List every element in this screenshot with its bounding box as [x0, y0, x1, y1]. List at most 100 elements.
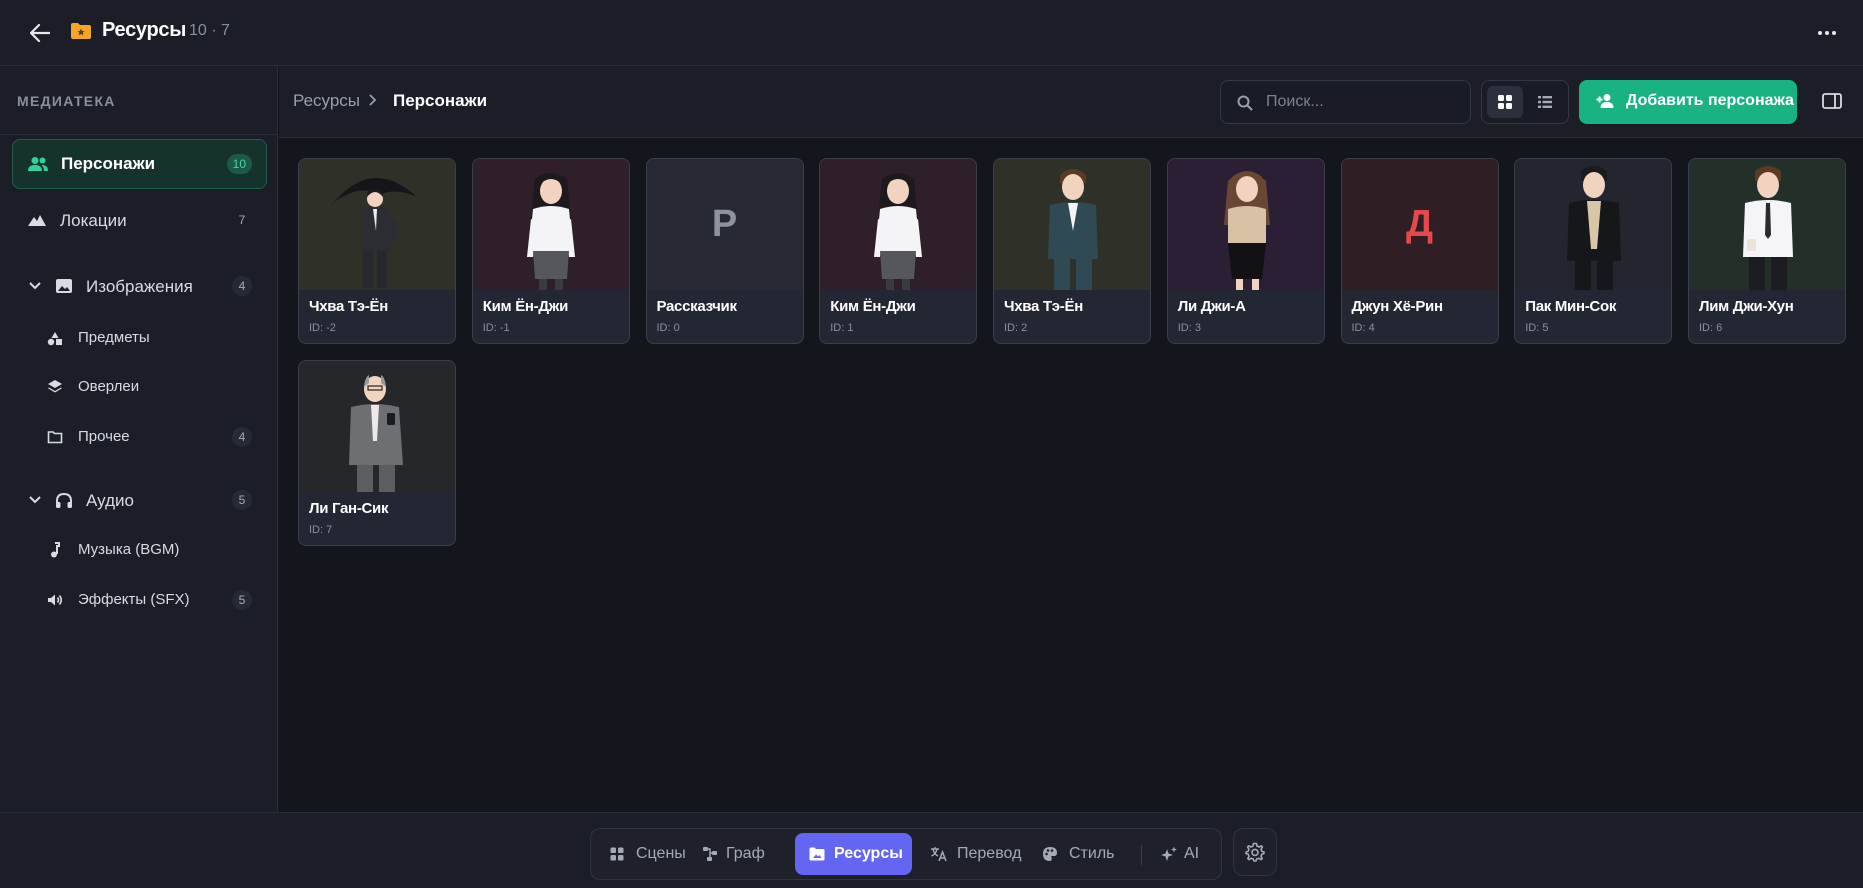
- sidebar-item-props[interactable]: Предметы: [12, 318, 267, 358]
- media-library-sidebar: МЕДИАТЕКА Персонажи 10 Локации 7 Изображ…: [0, 66, 278, 812]
- tab-translation[interactable]: Перевод: [921, 833, 1025, 875]
- search-icon: [1237, 95, 1253, 116]
- settings-gear-icon[interactable]: [1233, 828, 1277, 876]
- count-badge: 4: [232, 427, 252, 447]
- character-name: Ли Ган-Сик: [309, 500, 389, 517]
- character-card[interactable]: Чхва Тэ-Ён ID: 2: [993, 158, 1151, 344]
- character-card[interactable]: Ким Ён-Джи ID: -1: [471, 158, 630, 344]
- character-card[interactable]: Пак Мин-Сок ID: 5: [1514, 158, 1673, 344]
- sidebar-item-label: Музыка (BGM): [78, 541, 180, 558]
- character-portrait: Р: [646, 159, 803, 290]
- tab-label: Перевод: [957, 845, 1022, 862]
- search-placeholder: Поиск...: [1266, 93, 1324, 110]
- character-card[interactable]: Чхва Тэ-Ён ID: -2: [298, 158, 456, 344]
- sidebar-item-label: Прочее: [78, 428, 130, 445]
- count-badge: 4: [232, 276, 252, 296]
- resource-counts: 10 · 7: [189, 22, 230, 39]
- count-badge: 5: [232, 590, 252, 610]
- chevron-down-icon[interactable]: [28, 493, 42, 507]
- add-character-button[interactable]: Добавить персонажа: [1579, 80, 1797, 124]
- folder-image-icon: [809, 847, 825, 866]
- character-portrait: [472, 159, 629, 290]
- sidebar-item-overlays[interactable]: Оверлеи: [12, 367, 267, 407]
- character-card[interactable]: Ким Ён-Джи ID: 1: [819, 158, 978, 344]
- character-portrait: [994, 159, 1150, 290]
- list-view-icon[interactable]: [1527, 86, 1563, 118]
- back-arrow-icon[interactable]: [26, 19, 54, 47]
- character-portrait: [299, 361, 455, 492]
- palette-icon: [1042, 846, 1058, 867]
- breadcrumb-resources[interactable]: Ресурсы: [293, 91, 360, 111]
- character-portrait: [820, 159, 977, 290]
- tab-scenes[interactable]: Сцены: [601, 833, 686, 875]
- tab-ai[interactable]: AI: [1153, 833, 1211, 875]
- headphones-icon: [54, 490, 74, 510]
- character-id: ID: 4: [1351, 322, 1375, 334]
- sidebar-item-characters[interactable]: Персонажи 10: [12, 139, 267, 189]
- app-title: Ресурсы: [102, 19, 187, 41]
- character-portrait: [1515, 159, 1672, 290]
- sidebar-item-music[interactable]: Музыка (BGM): [12, 530, 267, 570]
- sidebar-item-sfx[interactable]: Эффекты (SFX) 5: [12, 580, 267, 620]
- character-name: Джун Хё-Рин: [1351, 298, 1444, 315]
- sidebar-item-label: Персонажи: [61, 154, 156, 173]
- graph-icon: [702, 846, 718, 867]
- character-id: ID: -1: [482, 322, 510, 334]
- layers-icon: [46, 378, 64, 396]
- sidebar-header: МЕДИАТЕКА: [17, 93, 116, 109]
- divider: [1141, 845, 1142, 865]
- sidebar-group-audio[interactable]: Аудио 5: [12, 478, 267, 522]
- character-id: ID: -2: [309, 322, 336, 334]
- character-card[interactable]: Ли Ган-Сик ID: 7: [298, 360, 456, 546]
- sidebar-item-locations[interactable]: Локации 7: [12, 198, 267, 242]
- character-card[interactable]: Лим Джи-Хун ID: 6: [1688, 158, 1846, 344]
- sidebar-item-label: Аудио: [86, 491, 134, 510]
- tab-label: Граф: [726, 845, 765, 862]
- side-panel-toggle-icon[interactable]: [1817, 86, 1847, 116]
- character-id: ID: 7: [309, 524, 333, 536]
- tab-label: AI: [1184, 845, 1200, 862]
- character-card[interactable]: Р Рассказчик ID: 0: [645, 158, 804, 344]
- more-menu-icon[interactable]: [1813, 22, 1841, 44]
- bottom-bar: Сцены Граф Ресурсы Перевод Стиль AI: [0, 812, 1863, 888]
- character-card[interactable]: Ли Джи-А ID: 3: [1166, 158, 1325, 344]
- grid-view-icon[interactable]: [1487, 86, 1523, 118]
- top-bar: Ресурсы 10 · 7: [0, 0, 1863, 66]
- sidebar-item-other[interactable]: Прочее 4: [12, 417, 267, 457]
- sparkles-icon: [1161, 846, 1178, 867]
- content-toolbar: Ресурсы Персонажи Поиск... Добавить перс…: [279, 66, 1863, 138]
- add-person-icon: [1596, 93, 1616, 114]
- character-portrait: Д: [1341, 159, 1498, 290]
- people-icon: [27, 154, 49, 174]
- character-portrait: [1689, 159, 1845, 290]
- sidebar-item-label: Предметы: [78, 329, 150, 346]
- character-name: Ким Ён-Джи: [830, 298, 916, 315]
- sidebar-item-label: Локации: [60, 211, 127, 230]
- folder-icon: [46, 428, 64, 446]
- sidebar-item-label: Оверлеи: [78, 378, 140, 395]
- character-portrait: [1167, 159, 1324, 290]
- character-name: Ким Ён-Джи: [482, 298, 569, 315]
- add-character-label: Добавить персонажа: [1626, 92, 1794, 109]
- character-portrait: [299, 159, 455, 290]
- character-name: Чхва Тэ-Ён: [309, 298, 388, 315]
- speaker-icon: [46, 591, 64, 609]
- sidebar-group-images[interactable]: Изображения 4: [12, 264, 267, 308]
- image-icon: [54, 277, 74, 295]
- initial-placeholder: Р: [711, 203, 738, 245]
- character-id: ID: 0: [656, 322, 680, 334]
- tab-style[interactable]: Стиль: [1033, 833, 1127, 875]
- tab-label: Сцены: [636, 845, 686, 862]
- chevron-down-icon[interactable]: [28, 279, 42, 293]
- tab-resources[interactable]: Ресурсы: [795, 833, 912, 875]
- character-card[interactable]: Д Джун Хё-Рин ID: 4: [1340, 158, 1499, 344]
- character-id: ID: 2: [1004, 322, 1028, 334]
- character-id: ID: 3: [1177, 322, 1201, 334]
- search-input[interactable]: Поиск...: [1220, 80, 1471, 124]
- view-toggle: [1481, 80, 1569, 124]
- mountains-icon: [26, 211, 48, 229]
- divider: [0, 134, 278, 135]
- count-badge: 5: [232, 490, 252, 510]
- character-id: ID: 6: [1699, 322, 1723, 334]
- tab-graph[interactable]: Граф: [693, 833, 769, 875]
